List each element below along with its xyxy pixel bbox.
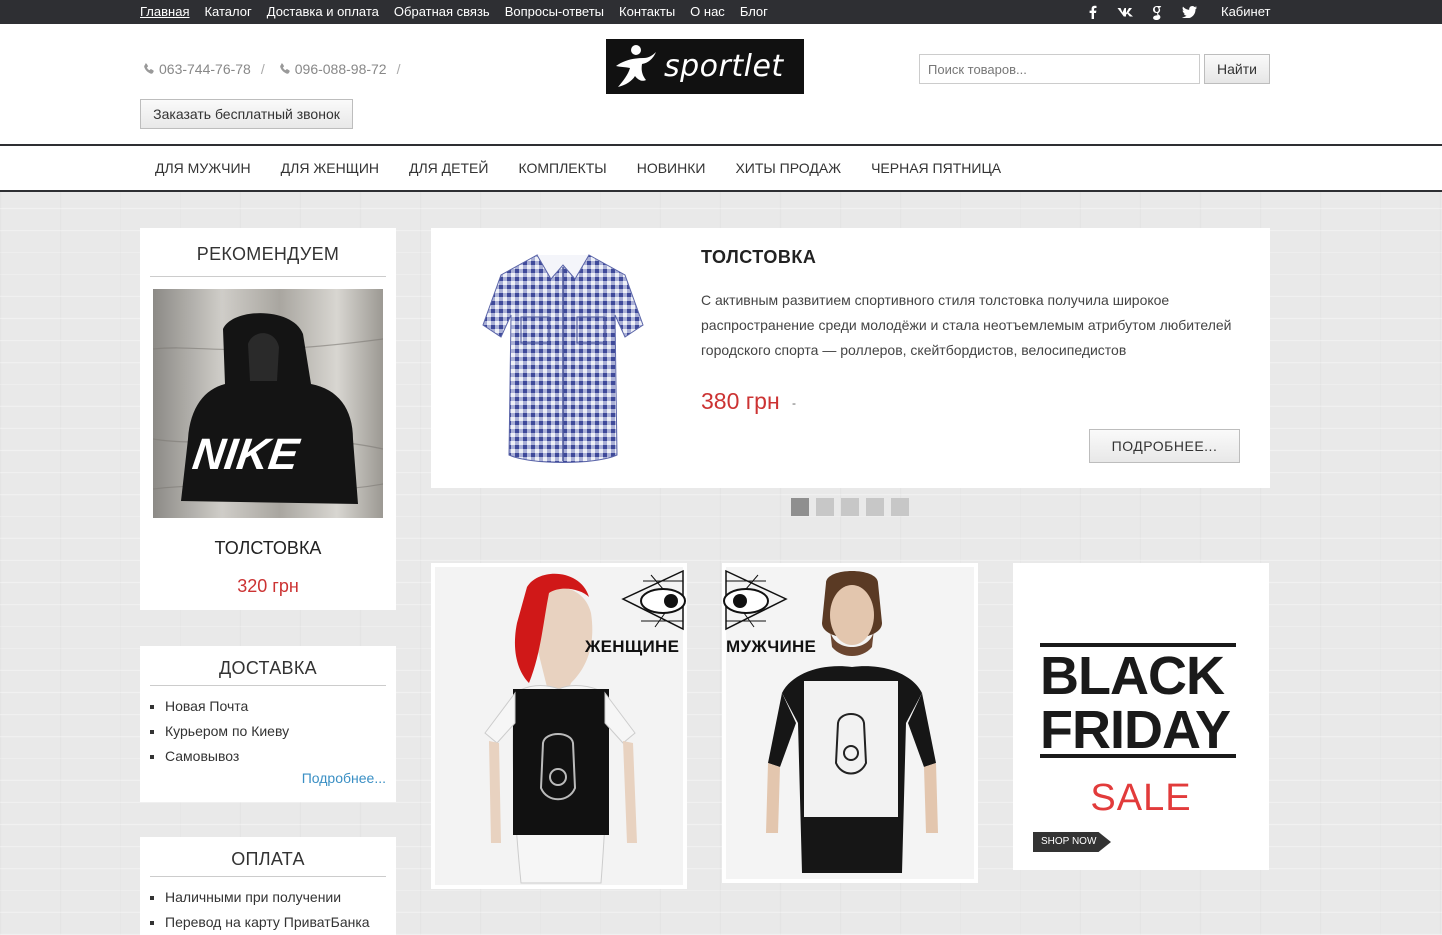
top-bar: Главная Каталог Доставка и оплата Обратн… (0, 0, 1442, 24)
delivery-title: ДОСТАВКА (150, 646, 386, 686)
phone-icon (144, 63, 154, 74)
logo-text: sportlet (664, 49, 784, 84)
women-banner-image (435, 567, 686, 885)
phone-2: 096-088-98-72 (279, 61, 387, 77)
topnav-catalog-link[interactable]: Каталог (204, 5, 251, 19)
topnav-contacts-link[interactable]: Контакты (619, 5, 675, 19)
topnav-faq-link[interactable]: Вопросы-ответы (505, 5, 604, 19)
slide-product-image[interactable] (475, 245, 651, 471)
phone-1-number[interactable]: 063-744-76-78 (159, 61, 251, 77)
vk-icon[interactable] (1116, 4, 1134, 20)
phone-1: 063-744-76-78 (143, 61, 251, 77)
black-friday-bottom-rule (1040, 754, 1236, 758)
black-friday-line2: FRIDAY (1040, 700, 1231, 760)
product-slider: ТОЛСТОВКА С активным развитием спортивно… (431, 228, 1270, 488)
slider-pagination (791, 498, 909, 516)
payment-list: Наличными при получении Перевод на карту… (140, 877, 396, 935)
slider-dot-2[interactable] (816, 498, 834, 516)
slide-price-mark: - (792, 396, 796, 410)
phone-separator: / (396, 61, 401, 77)
google-plus-icon[interactable] (1148, 4, 1166, 20)
search-button[interactable]: Найти (1204, 54, 1270, 84)
list-item: Наличными при получении (150, 885, 396, 910)
search-input[interactable] (919, 54, 1200, 84)
nav-sets[interactable]: КОМПЛЕКТЫ (518, 160, 606, 176)
women-banner[interactable]: ЖЕНЩИНЕ (431, 563, 687, 889)
recommend-product-price: 320 грн (237, 576, 299, 596)
payment-title: ОПЛАТА (150, 837, 386, 877)
nav-black-friday[interactable]: ЧЕРНАЯ ПЯТНИЦА (871, 160, 1001, 176)
men-banner-label: МУЖЧИНЕ (726, 637, 817, 656)
cabinet-link[interactable]: Кабинет (1221, 5, 1270, 19)
payment-panel: ОПЛАТА Наличными при получении Перевод н… (140, 837, 396, 935)
shop-now-badge: SHOP NOW (1033, 832, 1111, 852)
nav-bestsellers[interactable]: ХИТЫ ПРОДАЖ (735, 160, 841, 176)
main-nav: ДЛЯ МУЖЧИН ДЛЯ ЖЕНЩИН ДЛЯ ДЕТЕЙ КОМПЛЕКТ… (0, 144, 1442, 192)
men-banner-image (723, 567, 974, 879)
recommend-image-text: NIKE (190, 430, 303, 479)
sale-text: SALE (1090, 777, 1192, 819)
delivery-more-link[interactable]: Подробнее... (302, 770, 386, 786)
women-banner-label: ЖЕНЩИНЕ (585, 637, 680, 656)
recommend-product-name[interactable]: ТОЛСТОВКА (140, 538, 396, 559)
social-links (1084, 4, 1198, 20)
men-banner[interactable]: МУЖЧИНЕ (722, 563, 978, 883)
topnav-delivery-link[interactable]: Доставка и оплата (267, 5, 379, 19)
header: 063-744-76-78 / 096-088-98-72 / Заказать… (0, 24, 1442, 144)
nav-kids[interactable]: ДЛЯ ДЕТЕЙ (409, 160, 488, 176)
list-item: Самовывоз (150, 744, 396, 769)
recommend-title: РЕКОМЕНДУЕМ (150, 228, 386, 277)
nav-men[interactable]: ДЛЯ МУЖЧИН (155, 160, 251, 176)
slider-dot-3[interactable] (841, 498, 859, 516)
delivery-panel: ДОСТАВКА Новая Почта Курьером по Киеву С… (140, 646, 396, 802)
nav-women[interactable]: ДЛЯ ЖЕНЩИН (281, 160, 379, 176)
slider-dot-5[interactable] (891, 498, 909, 516)
runner-logo-icon (616, 44, 656, 87)
topnav-home-link[interactable]: Главная (140, 5, 189, 19)
slide-title[interactable]: ТОЛСТОВКА (701, 247, 816, 268)
facebook-icon[interactable] (1084, 4, 1102, 20)
list-item: Курьером по Киеву (150, 719, 396, 744)
phone-icon (279, 63, 290, 74)
slider-dot-4[interactable] (866, 498, 884, 516)
top-nav: Главная Каталог Доставка и оплата Обратн… (140, 5, 768, 19)
topnav-about-link[interactable]: О нас (690, 5, 725, 19)
list-item: Новая Почта (150, 694, 396, 719)
recommend-panel: РЕКОМЕНДУЕМ NIKE ТОЛСТОВКА 320 грн (140, 228, 396, 610)
topnav-feedback-link[interactable]: Обратная связь (394, 5, 490, 19)
recommend-product-image[interactable]: NIKE (153, 289, 383, 518)
callback-button[interactable]: Заказать бесплатный звонок (140, 99, 353, 129)
twitter-icon[interactable] (1180, 4, 1198, 20)
slider-dot-1[interactable] (791, 498, 809, 516)
list-item: Перевод на карту ПриватБанка (150, 910, 396, 935)
slide-price: 380 грн (701, 388, 780, 414)
black-friday-line1: BLACK (1040, 646, 1225, 706)
nav-new[interactable]: НОВИНКИ (637, 160, 706, 176)
delivery-list: Новая Почта Курьером по Киеву Самовывоз (140, 686, 396, 769)
slide-description: С активным развитием спортивного стиля т… (701, 292, 1232, 358)
topnav-blog-link[interactable]: Блог (740, 5, 768, 19)
phone-list: 063-744-76-78 / 096-088-98-72 / (143, 61, 415, 77)
black-friday-top-rule (1040, 643, 1236, 647)
phone-separator: / (260, 61, 265, 77)
site-logo[interactable]: sportlet (606, 39, 804, 94)
slide-more-button[interactable]: ПОДРОБНЕЕ... (1089, 429, 1240, 463)
black-friday-banner[interactable]: BLACK FRIDAY SALE SHOP NOW (1013, 563, 1269, 870)
phone-2-number[interactable]: 096-088-98-72 (295, 61, 387, 77)
